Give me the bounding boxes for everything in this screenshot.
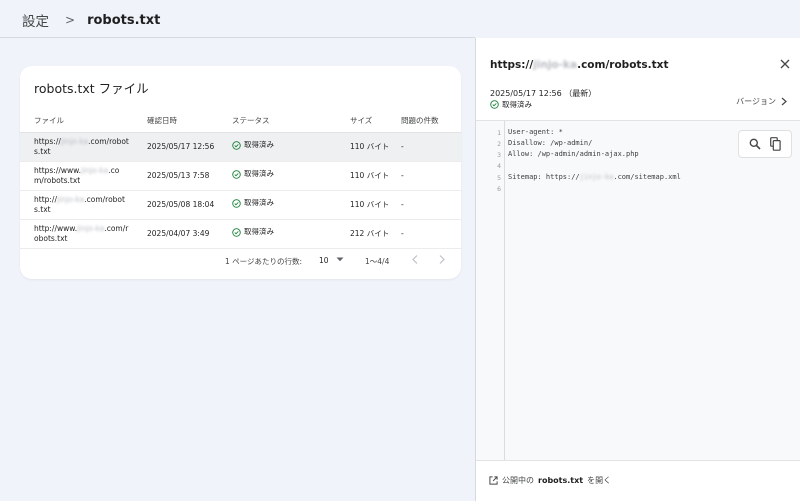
file-cell: http://www.jinjo-ka.com/robots.txt — [20, 219, 133, 249]
check-circle-icon — [232, 141, 241, 150]
panel-title: https://jinjo-ka.com/robots.txt — [490, 59, 669, 71]
checked-cell: 2025/04/07 3:49 — [133, 219, 219, 249]
checked-cell: 2025/05/13 7:58 — [133, 161, 219, 191]
code-tools — [738, 130, 792, 158]
line-number-gutter: 1 2 3 4 5 6 — [476, 121, 505, 460]
table-row[interactable]: http://www.jinjo-ka.com/robots.txt 2025/… — [20, 219, 461, 249]
status-cell: 取得済み — [219, 219, 335, 249]
chevron-left-icon[interactable] — [411, 254, 419, 265]
issues-cell: - — [395, 219, 461, 249]
robots-files-card: robots.txt ファイル ファイル 確認日時 ステータス サイズ 問題の件… — [20, 66, 461, 279]
code-line: Sitemap: https://jinjo-ka.com/sitemap.xm… — [508, 173, 681, 181]
file-cell: https://jinjo-ka.com/robots.txt — [20, 132, 133, 162]
masked-domain: jinjo-ka — [80, 165, 109, 175]
check-circle-icon — [232, 228, 241, 237]
issues-cell: - — [395, 190, 461, 220]
code-line: Disallow: /wp-admin/ — [508, 139, 593, 147]
top-bar: 設定 > robots.txt — [0, 0, 475, 38]
column-header-issues[interactable]: 問題の件数 — [395, 110, 461, 133]
chevron-right-icon: > — [65, 13, 76, 27]
check-circle-icon — [232, 199, 241, 208]
status-cell: 取得済み — [219, 161, 335, 191]
line-number: 5 — [497, 174, 501, 182]
line-number: 4 — [497, 162, 501, 170]
issues-cell: - — [395, 161, 461, 191]
masked-domain: jinjo-ka — [579, 173, 614, 181]
masked-domain: jinjo-ka — [56, 194, 85, 204]
breadcrumb: 設定 > robots.txt — [22, 10, 161, 31]
chevron-right-icon — [781, 97, 787, 106]
size-cell: 212 バイト — [335, 219, 395, 249]
rows-per-page-label: 1 ページあたりの行数: — [225, 257, 303, 266]
dropdown-arrow-icon[interactable] — [336, 257, 344, 262]
chevron-right-icon[interactable] — [438, 254, 446, 265]
panel-footer: 公開中の robots.txt を開く — [476, 460, 800, 501]
code-line: Allow: /wp-admin/admin-ajax.php — [508, 150, 639, 158]
column-header-checked[interactable]: 確認日時 — [133, 110, 219, 133]
card-title: robots.txt ファイル — [34, 81, 149, 96]
check-circle-icon — [490, 100, 499, 109]
status-cell: 取得済み — [219, 132, 335, 162]
column-header-file[interactable]: ファイル — [20, 110, 133, 133]
page-title: robots.txt — [87, 12, 161, 28]
code-viewer: 1 2 3 4 5 6 User-agent: * Disallow: /wp-… — [476, 121, 800, 460]
table-row[interactable]: https://jinjo-ka.com/robots.txt 2025/05/… — [20, 132, 461, 162]
size-cell: 110 バイト — [335, 190, 395, 220]
file-cell: http://jinjo-ka.com/robots.txt — [20, 190, 133, 220]
table-row[interactable]: https://www.jinjo-ka.com/robots.txt 2025… — [20, 161, 461, 191]
size-cell: 110 バイト — [335, 132, 395, 162]
table-row[interactable]: http://jinjo-ka.com/robots.txt 2025/05/0… — [20, 190, 461, 220]
table-header-row: ファイル 確認日時 ステータス サイズ 問題の件数 — [20, 110, 461, 133]
column-header-status[interactable]: ステータス — [219, 110, 335, 133]
issues-cell: - — [395, 132, 461, 162]
page-range: 1～4/4 — [365, 257, 390, 266]
robots-files-table: ファイル 確認日時 ステータス サイズ 問題の件数 https://jinjo-… — [20, 110, 461, 249]
line-number: 2 — [497, 140, 501, 148]
masked-domain: jinjo-ka — [77, 223, 105, 233]
breadcrumb-parent[interactable]: 設定 — [22, 10, 49, 30]
status-badge: 取得済み — [490, 99, 532, 110]
open-in-new-icon — [489, 476, 498, 485]
line-number: 3 — [497, 151, 501, 159]
masked-domain: jinjo-ka — [60, 136, 89, 146]
detail-panel: https://jinjo-ka.com/robots.txt 2025/05/… — [475, 38, 800, 501]
checked-cell: 2025/05/08 18:04 — [133, 190, 219, 220]
file-cell: https://www.jinjo-ka.com/robots.txt — [20, 161, 133, 191]
rows-per-page-select[interactable]: 10 — [319, 256, 329, 265]
size-cell: 110 バイト — [335, 161, 395, 191]
column-header-size[interactable]: サイズ — [335, 110, 395, 133]
code-line: User-agent: * — [508, 128, 563, 136]
fetch-date: 2025/05/17 12:56 （最新） — [490, 89, 597, 98]
pagination: 1 ページあたりの行数: 10 1～4/4 — [20, 252, 461, 268]
masked-domain: jinjo-ka — [533, 59, 578, 71]
version-button[interactable]: バージョン — [736, 96, 787, 107]
open-live-robots-link[interactable]: 公開中の robots.txt を開く — [489, 475, 611, 486]
close-icon[interactable] — [780, 59, 790, 69]
search-icon[interactable] — [749, 138, 761, 150]
line-number: 1 — [497, 129, 501, 137]
status-cell: 取得済み — [219, 190, 335, 220]
line-number: 6 — [497, 185, 501, 193]
check-circle-icon — [232, 170, 241, 179]
copy-icon[interactable] — [770, 137, 781, 151]
checked-cell: 2025/05/17 12:56 — [133, 132, 219, 162]
